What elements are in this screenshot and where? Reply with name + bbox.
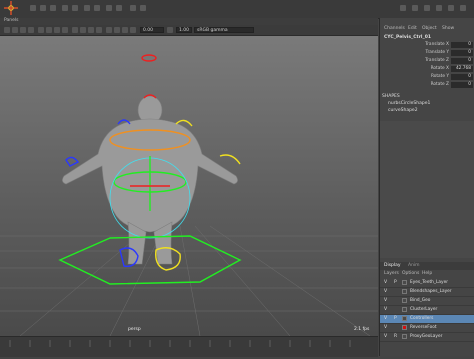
toolbar-icon[interactable] (400, 5, 406, 11)
viewport-tool-icon[interactable] (54, 27, 60, 33)
attr-rotate-z[interactable]: Rotate Z 0 (380, 82, 474, 89)
main-toolbar (0, 0, 474, 19)
viewport-tool-icon[interactable] (62, 27, 68, 33)
colorspace-select[interactable]: sRGB gamma (194, 27, 254, 33)
viewport-tool-icon[interactable] (106, 27, 112, 33)
viewport-tool-icon[interactable] (114, 27, 120, 33)
attr-value[interactable]: 0 (451, 50, 473, 56)
viewport-tool-icon[interactable] (96, 27, 102, 33)
toolbar-icon[interactable] (448, 5, 454, 11)
toolbar-icon[interactable] (116, 5, 122, 11)
layer-color-swatch[interactable] (402, 289, 407, 294)
layer-color-swatch[interactable] (402, 280, 407, 285)
layer-color-swatch[interactable] (402, 334, 407, 339)
selected-object-name[interactable]: CYC_Pelvis_Ctrl_01 (384, 35, 431, 40)
head-top-controller[interactable] (141, 54, 157, 62)
attr-value[interactable]: 42.768 (451, 66, 473, 72)
viewport-tool-icon[interactable] (4, 27, 10, 33)
layer-editor-menu: Layers Options Help (380, 270, 474, 278)
menu-channels[interactable]: Channels (384, 26, 405, 31)
toolbar-icon[interactable] (40, 5, 46, 11)
tab-anim[interactable]: Anim (408, 263, 420, 268)
toolbar-icon[interactable] (94, 5, 100, 11)
layer-color-swatch[interactable] (402, 325, 407, 330)
viewport-persp[interactable]: persp 2.1 fps (0, 36, 378, 336)
layer-color-swatch[interactable] (402, 298, 407, 303)
left-hand-controller[interactable] (65, 156, 80, 167)
toolbar-icon[interactable] (130, 5, 136, 11)
layer-row[interactable]: V Blendshapes_Layer (380, 288, 474, 297)
gamma-field[interactable]: 1.00 (176, 27, 192, 33)
layer-editor-tabs: Display Anim (380, 262, 474, 270)
layer-row[interactable]: V P Eyes_Teeth_Layer (380, 279, 474, 288)
fps-readout: 2.1 fps (354, 327, 370, 332)
layer-row[interactable]: V Bind_Geo (380, 297, 474, 306)
toolbar-icon[interactable] (424, 5, 430, 11)
attr-value[interactable]: 0 (451, 74, 473, 80)
menu-edit[interactable]: Edit (408, 26, 417, 31)
attr-value[interactable]: 0 (451, 82, 473, 88)
toolbar-icon[interactable] (30, 5, 36, 11)
layer-row-selected[interactable]: V P Controllers (380, 315, 474, 324)
attr-translate-y[interactable]: Translate Y 0 (380, 50, 474, 57)
layer-color-swatch[interactable] (402, 316, 407, 321)
panels-menu[interactable]: Panels (4, 18, 18, 23)
layer-row[interactable]: V ClusterLayer (380, 306, 474, 315)
viewport-tool-icon[interactable] (80, 27, 86, 33)
shape-item[interactable]: nurbsCircleShape1 (388, 101, 430, 106)
viewport-tool-icon[interactable] (38, 27, 44, 33)
toolbar-icon[interactable] (84, 5, 90, 11)
ground-grid (0, 225, 378, 336)
menu-help[interactable]: Help (422, 271, 432, 276)
time-slider[interactable] (0, 336, 378, 357)
main-ground-controller[interactable] (58, 235, 242, 285)
gamma-icon[interactable] (167, 27, 173, 33)
viewport-tool-icon[interactable] (72, 27, 78, 33)
panels-menu-bar: Panels (0, 18, 378, 25)
channel-box-panel: Channels Edit Object Show CYC_Pelvis_Ctr… (379, 18, 474, 356)
shape-item[interactable]: curveShape2 (388, 108, 418, 113)
shapes-header: SHAPES (382, 94, 400, 99)
menu-show[interactable]: Show (442, 26, 454, 31)
toolbar-icon[interactable] (72, 5, 78, 11)
attr-value[interactable]: 0 (451, 42, 473, 48)
toolbar-icon[interactable] (140, 5, 146, 11)
exposure-field[interactable]: 0.00 (140, 27, 164, 33)
viewport-tool-icon[interactable] (130, 27, 136, 33)
viewport-tool-icon[interactable] (88, 27, 94, 33)
tab-display[interactable]: Display (384, 263, 401, 268)
toolbar-icon[interactable] (106, 5, 112, 11)
toolbar-icon[interactable] (50, 5, 56, 11)
menu-options[interactable]: Options (402, 271, 419, 276)
toolbar-icon[interactable] (412, 5, 418, 11)
layer-row[interactable]: V ReverseFoot (380, 324, 474, 333)
viewport-toolbar: 0.00 1.00 sRGB gamma (0, 25, 378, 36)
time-slider-ticks (9, 340, 351, 347)
channel-box-empty-area (380, 121, 474, 258)
right-hand-controller[interactable] (219, 154, 241, 165)
toolbar-icon[interactable] (436, 5, 442, 11)
viewport-scene (0, 54, 378, 336)
viewport-tool-icon[interactable] (12, 27, 18, 33)
menu-layers[interactable]: Layers (384, 271, 399, 276)
viewport-tool-icon[interactable] (20, 27, 26, 33)
toolbar-icon[interactable] (460, 5, 466, 11)
viewport-tool-icon[interactable] (28, 27, 34, 33)
attr-translate-x[interactable]: Translate X 0 (380, 42, 474, 49)
attr-rotate-y[interactable]: Rotate Y 0 (380, 74, 474, 81)
toolbar-icon[interactable] (62, 5, 68, 11)
maya-logo-icon[interactable] (3, 0, 19, 16)
attr-rotate-x[interactable]: Rotate X 42.768 (380, 66, 474, 73)
viewport-tool-icon[interactable] (46, 27, 52, 33)
viewport-tool-icon[interactable] (122, 27, 128, 33)
attr-translate-z[interactable]: Translate Z 0 (380, 58, 474, 65)
camera-label: persp (128, 327, 141, 332)
layer-color-swatch[interactable] (402, 307, 407, 312)
attr-value[interactable]: 0 (451, 58, 473, 64)
layer-row[interactable]: V R ProxyGeoLayer (380, 333, 474, 342)
channel-box-menu: Channels Edit Object Show (380, 26, 474, 33)
menu-object[interactable]: Object (422, 26, 437, 31)
